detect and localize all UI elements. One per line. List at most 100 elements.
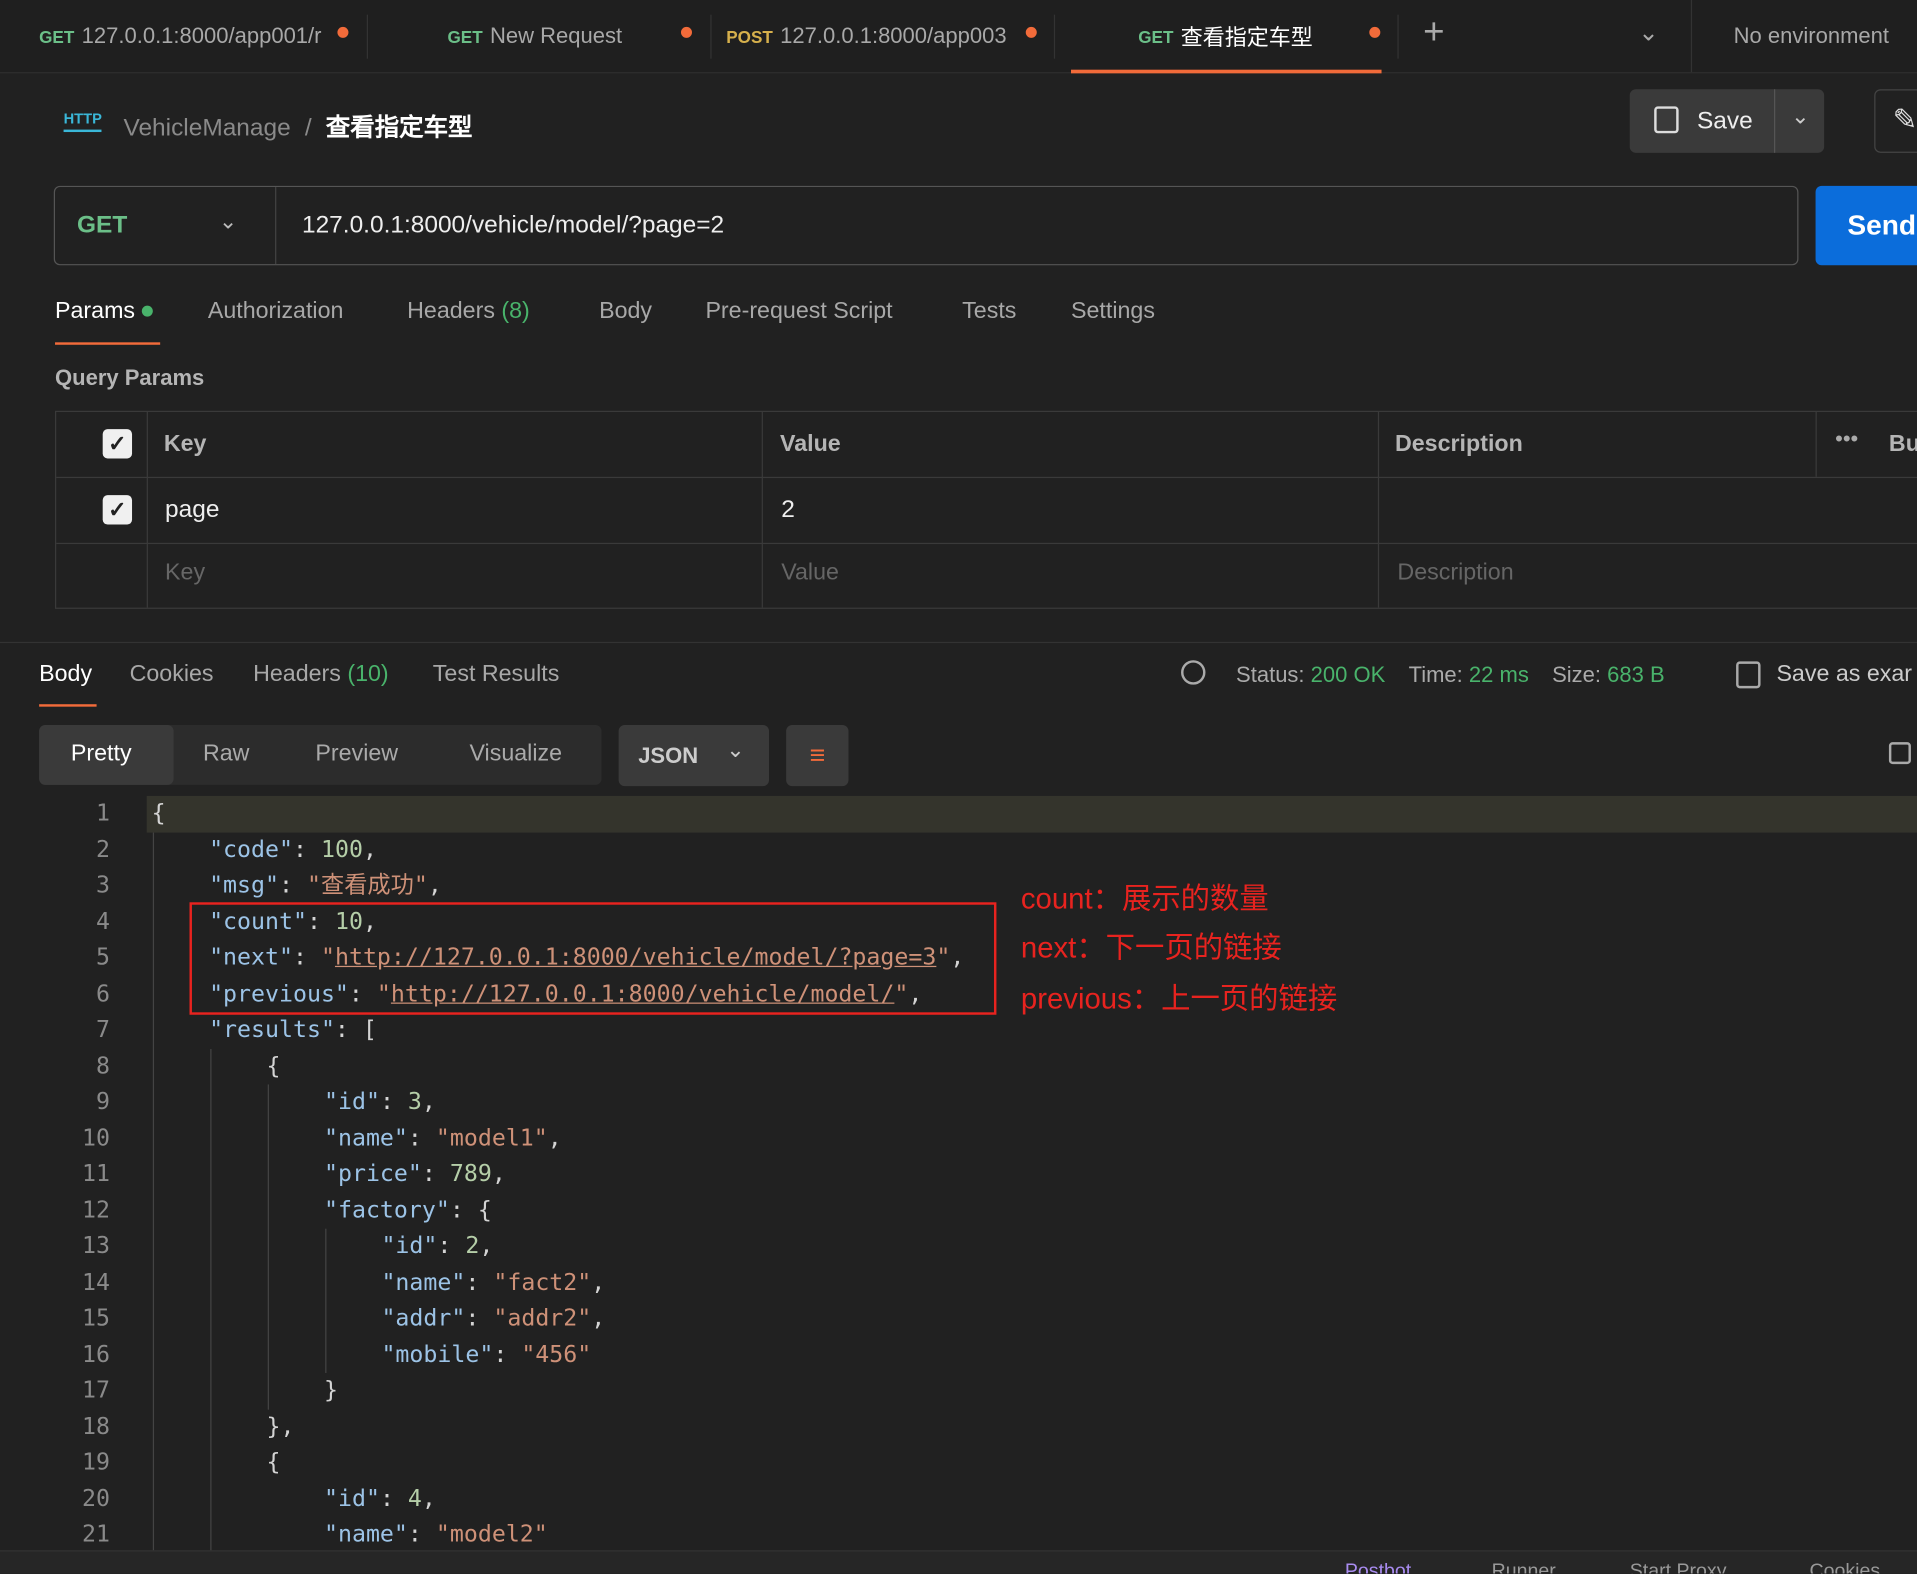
code-token: : xyxy=(379,1088,408,1116)
code-text: { xyxy=(267,1445,281,1481)
code-text: { xyxy=(152,796,166,832)
method-select[interactable]: GET xyxy=(77,212,127,240)
code-line: 8{ xyxy=(0,1048,1917,1084)
save-example-icon xyxy=(1736,661,1761,689)
breadcrumb-request-name[interactable]: 查看指定车型 xyxy=(326,115,473,142)
code-token: , xyxy=(479,1232,494,1260)
tab-authorization[interactable]: Authorization xyxy=(208,298,344,325)
tab-headers[interactable]: Headers (8) xyxy=(407,298,530,325)
size-value[interactable]: 683 B xyxy=(1607,663,1665,687)
status-label: Status: xyxy=(1236,662,1305,688)
breadcrumb-separator: / xyxy=(304,114,312,142)
line-number: 1 xyxy=(96,799,111,827)
environment-selector[interactable]: No environment xyxy=(1734,0,1889,72)
code-line: 9 "id": 3, xyxy=(0,1084,1917,1120)
tab-tests[interactable]: Tests xyxy=(962,298,1016,325)
view-raw[interactable]: Raw xyxy=(203,741,249,768)
request-tab-2[interactable]: GET New Request xyxy=(447,0,679,72)
headers-count: (8) xyxy=(501,298,530,324)
code-token: "factory" xyxy=(323,1196,450,1224)
indent-guide xyxy=(325,1228,327,1373)
param-checkbox[interactable]: ✓ xyxy=(102,495,133,525)
response-tab-cookies[interactable]: Cookies xyxy=(130,661,214,688)
line-number: 2 xyxy=(96,835,111,863)
code-text: "price": 789, xyxy=(324,1157,506,1193)
checkmark-icon: ✓ xyxy=(108,496,127,522)
view-visualize[interactable]: Visualize xyxy=(469,741,562,768)
indent-guide xyxy=(210,1048,212,1574)
wrap-lines-icon[interactable]: ≡ xyxy=(786,725,849,787)
tab-params[interactable]: Params xyxy=(55,298,153,325)
response-tab-test-results[interactable]: Test Results xyxy=(433,661,560,688)
view-preview[interactable]: Preview xyxy=(315,741,398,768)
new-description-input[interactable]: Description xyxy=(1397,560,1513,587)
status-bar: Postbot Runner Start Proxy Cookies xyxy=(0,1550,1917,1574)
param-value[interactable]: 2 xyxy=(781,496,795,524)
code-token: : xyxy=(465,1304,494,1332)
globe-icon[interactable] xyxy=(1181,660,1206,685)
request-tab-3[interactable]: POST 127.0.0.1:8000/app003 xyxy=(726,0,1015,72)
code-token: "model2" xyxy=(435,1520,548,1548)
response-tab-headers[interactable]: Headers (10) xyxy=(253,661,389,688)
code-line: 17} xyxy=(0,1373,1917,1409)
code-token: "name" xyxy=(323,1124,408,1152)
postbot-button[interactable]: Postbot xyxy=(1345,1561,1411,1573)
param-key[interactable]: page xyxy=(165,496,219,524)
start-proxy-button[interactable]: Start Proxy xyxy=(1630,1561,1727,1573)
query-params-table: ✓ Key Value Description ••• Bu ✓ page 2 … xyxy=(55,410,1917,609)
size-label: Size: xyxy=(1552,662,1602,688)
code-text: "name": "model2" xyxy=(324,1517,548,1553)
params-active-dot xyxy=(141,306,153,318)
format-label: JSON xyxy=(638,743,699,768)
line-number: 15 xyxy=(82,1304,111,1332)
format-select[interactable]: JSON ⌄ xyxy=(618,725,770,787)
code-token: : xyxy=(279,871,307,899)
new-tab-plus-icon[interactable]: + xyxy=(1423,12,1444,54)
status-value[interactable]: 200 OK xyxy=(1311,663,1386,687)
request-tab-active[interactable]: GET 查看指定车型 xyxy=(1138,0,1358,72)
tab-bar: GET 127.0.0.1:8000/app001/r GET New Reques… xyxy=(0,0,1917,74)
runner-button[interactable]: Runner xyxy=(1492,1561,1556,1573)
active-tab-indicator xyxy=(39,704,97,707)
cookies-button[interactable]: Cookies xyxy=(1809,1561,1880,1573)
code-token: "price" xyxy=(323,1160,422,1188)
pane-divider[interactable] xyxy=(0,641,1917,644)
code-token: { xyxy=(151,799,166,827)
select-all-checkbox[interactable]: ✓ xyxy=(102,429,133,459)
annotation-count: count：展示的数量 xyxy=(1020,882,1269,916)
code-token: "addr2" xyxy=(493,1304,592,1332)
view-pretty[interactable]: Pretty xyxy=(71,741,132,768)
method-chevron-icon[interactable]: ⌄ xyxy=(219,209,237,235)
code-token: "456" xyxy=(521,1340,592,1368)
time-value[interactable]: 22 ms xyxy=(1469,663,1529,687)
code-token: "查看成功" xyxy=(306,871,428,899)
url-input[interactable]: 127.0.0.1:8000/vehicle/model/?page=2 xyxy=(302,212,724,240)
line-number: 9 xyxy=(96,1088,111,1116)
code-token: "id" xyxy=(323,1088,380,1116)
code-token: "msg" xyxy=(209,871,280,899)
request-tab-1[interactable]: GET 127.0.0.1:8000/app001/r xyxy=(39,0,332,72)
response-tab-body[interactable]: Body xyxy=(39,661,92,688)
code-token: 3 xyxy=(407,1088,422,1116)
bulk-edit-link[interactable]: Bu xyxy=(1889,432,1917,459)
line-number: 4 xyxy=(96,907,111,935)
code-text: "mobile": "456" xyxy=(381,1337,591,1373)
tabs-dropdown-chevron-icon[interactable]: ⌄ xyxy=(1638,17,1658,48)
tab-pre-request-script[interactable]: Pre-request Script xyxy=(705,298,892,325)
more-options-icon[interactable]: ••• xyxy=(1835,427,1858,453)
code-token: 2 xyxy=(465,1232,480,1260)
edit-pencil-icon[interactable]: ✎ xyxy=(1874,89,1917,153)
tab-settings[interactable]: Settings xyxy=(1071,298,1155,325)
new-key-input[interactable]: Key xyxy=(165,560,205,587)
new-value-input[interactable]: Value xyxy=(781,560,839,587)
save-options-chevron-icon[interactable]: ⌄ xyxy=(1791,104,1809,130)
copy-icon[interactable] xyxy=(1888,742,1911,765)
breadcrumb-collection[interactable]: VehicleManage xyxy=(123,115,290,142)
send-button[interactable]: Send xyxy=(1815,185,1917,266)
url-bar: GET ⌄ 127.0.0.1:8000/vehicle/model/?page… xyxy=(53,185,1799,266)
save-button[interactable]: Save xyxy=(1697,108,1753,136)
tab-body[interactable]: Body xyxy=(599,298,652,325)
save-as-example-button[interactable]: Save as exar xyxy=(1776,661,1912,688)
code-line: 3 "msg": "查看成功", xyxy=(0,868,1917,904)
code-token: : xyxy=(493,1340,522,1368)
